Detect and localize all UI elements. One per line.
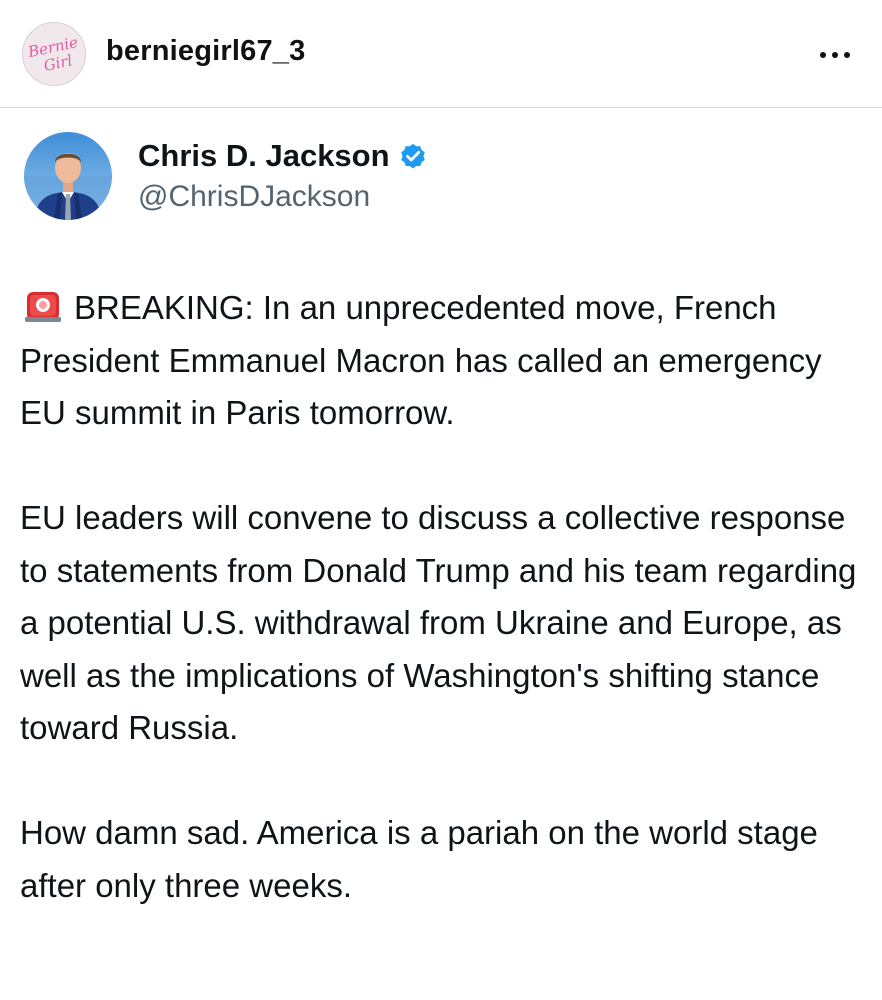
instagram-post-header: Bernie Girl berniegirl67_3: [0, 0, 882, 108]
verified-badge-icon: [398, 141, 428, 171]
tweet-paragraph-1-text: BREAKING: In an unprecedented move, Fren…: [20, 289, 822, 431]
author-name-row: Chris D. Jackson: [138, 136, 428, 176]
tweet-text: BREAKING: In an unprecedented move, Fren…: [20, 282, 870, 912]
siren-icon: [20, 286, 66, 322]
author-name[interactable]: Chris D. Jackson: [138, 138, 390, 174]
tweet-paragraph-2: EU leaders will convene to discuss a col…: [20, 499, 857, 746]
ellipsis-icon[interactable]: [812, 36, 858, 72]
tweet-paragraph-1: BREAKING: In an unprecedented move, Fren…: [20, 282, 870, 440]
author-avatar[interactable]: [24, 132, 112, 220]
profile-avatar[interactable]: Bernie Girl: [22, 22, 86, 86]
person-portrait-icon: [24, 132, 112, 220]
username[interactable]: berniegirl67_3: [106, 35, 305, 68]
bernie-girl-logo: Bernie Girl: [23, 23, 85, 85]
tweet-paragraph-3: How damn sad. America is a pariah on the…: [20, 814, 818, 904]
author-handle[interactable]: @ChrisDJackson: [138, 180, 370, 214]
